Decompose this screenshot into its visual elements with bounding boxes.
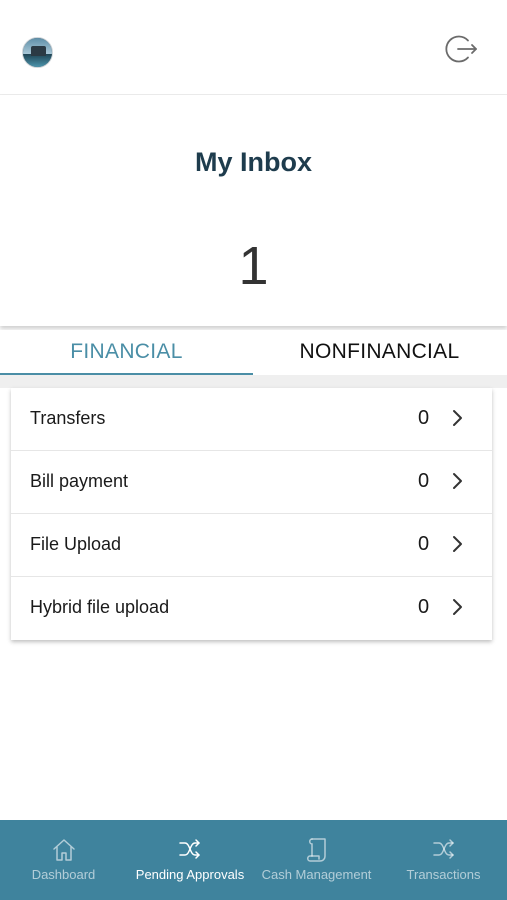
shuffle-icon [433, 839, 454, 859]
chevron-right-icon [453, 599, 462, 615]
list-item-hybrid-file-upload[interactable]: Hybrid file upload 0 [11, 577, 492, 640]
nav-label: Pending Approvals [135, 867, 245, 882]
list-item-bill-payment[interactable]: Bill payment 0 [11, 451, 492, 514]
avatar-building [31, 46, 46, 56]
tab-nonfinancial[interactable]: NONFINANCIAL [253, 330, 506, 376]
top-bar [0, 0, 507, 95]
home-icon [53, 839, 75, 861]
approval-list: Transfers 0 Bill payment 0 File Upload 0… [11, 388, 492, 640]
chevron-right-icon [453, 473, 462, 489]
avatar[interactable] [22, 37, 53, 68]
list-item-file-upload[interactable]: File Upload 0 [11, 514, 492, 577]
list-item-transfers[interactable]: Transfers 0 [11, 388, 492, 451]
list-item-label: Transfers [30, 408, 106, 428]
list-item-label: Bill payment [30, 471, 129, 491]
inbox-title: My Inbox [194, 147, 312, 177]
chevron-right-icon [453, 536, 462, 552]
list-item-count: 0 [418, 533, 430, 555]
nav-dashboard[interactable]: Dashboard [0, 820, 127, 900]
list-item-count: 0 [418, 407, 430, 429]
bottom-nav: Dashboard Pending Approvals Cash Managem… [0, 820, 507, 900]
nav-pending-approvals[interactable]: Pending Approvals [127, 820, 253, 900]
tab-financial[interactable]: FINANCIAL [0, 330, 253, 376]
chevron-right-icon [453, 410, 462, 426]
divider [0, 375, 507, 388]
list-item-label: Hybrid file upload [30, 597, 170, 617]
list-item-count: 0 [418, 470, 430, 492]
inbox-count: 1 [238, 236, 269, 296]
nav-label: Dashboard [31, 867, 96, 882]
shuffle-icon [179, 839, 200, 859]
nav-cash-management[interactable]: Cash Management [253, 820, 380, 900]
inbox-card: My Inbox 1 [0, 95, 507, 326]
nav-transactions[interactable]: Transactions [380, 820, 507, 900]
list-item-label: File Upload [30, 534, 122, 554]
logout-icon[interactable] [443, 31, 479, 67]
category-tabs: FINANCIAL NONFINANCIAL [0, 330, 507, 376]
nav-label: Cash Management [261, 867, 372, 882]
list-item-count: 0 [418, 596, 430, 618]
scroll-icon [307, 838, 326, 862]
nav-label: Transactions [406, 867, 481, 882]
